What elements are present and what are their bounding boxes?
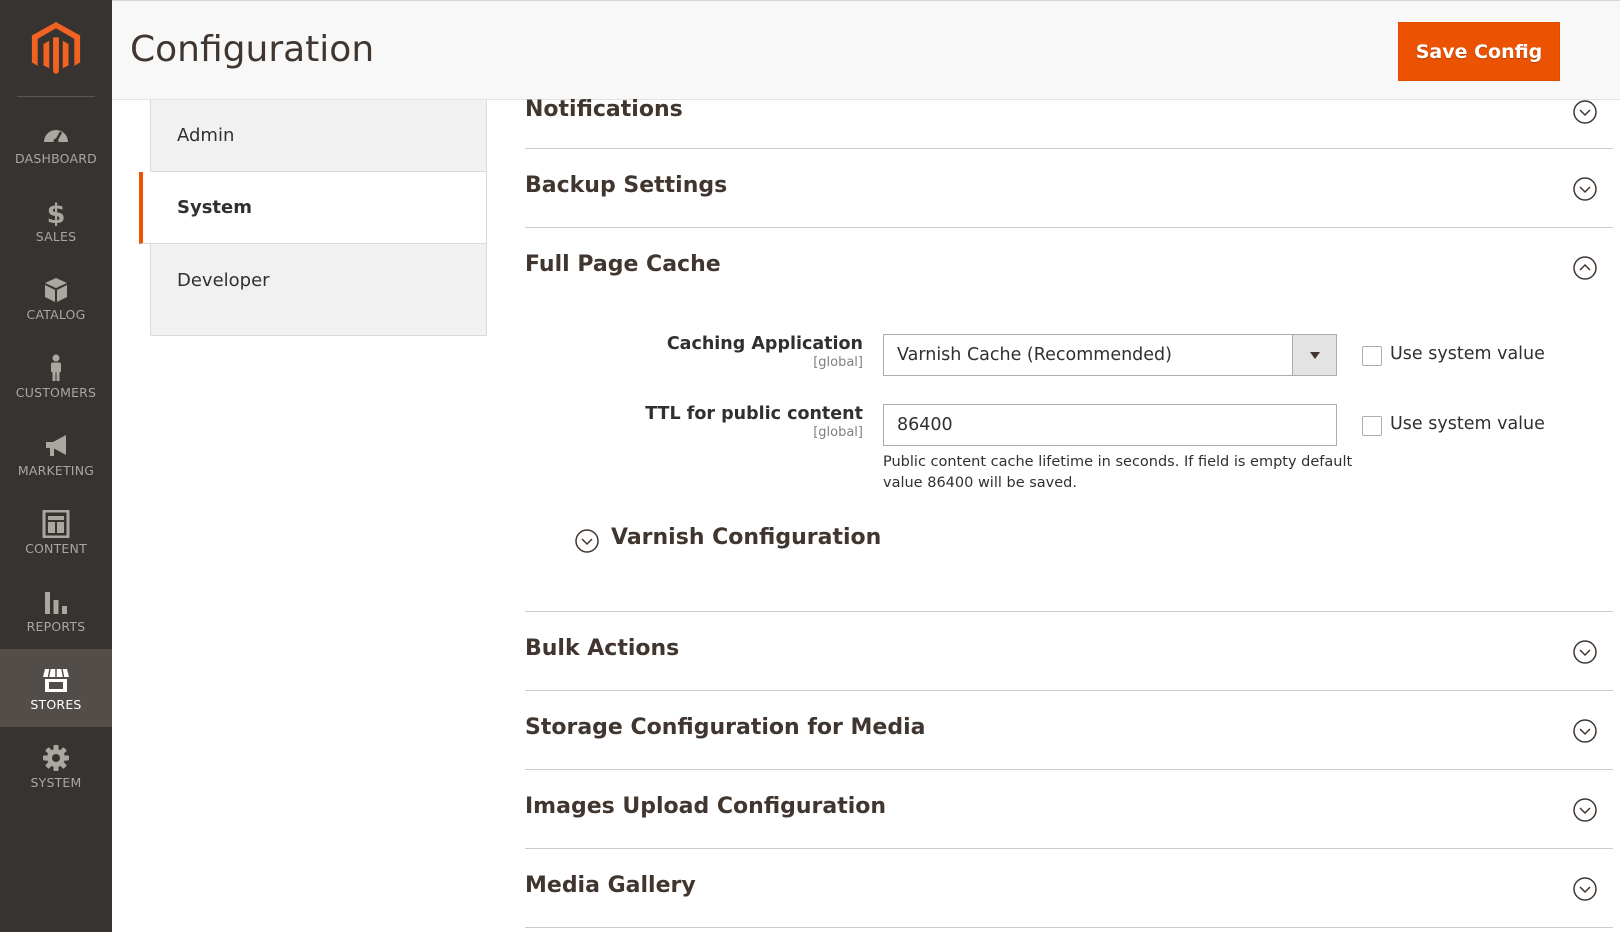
chevron-down-icon	[1573, 177, 1597, 201]
section-backup-settings[interactable]: Backup Settings	[525, 149, 1613, 228]
nav-label: CATALOG	[0, 307, 112, 322]
chevron-down-icon	[1573, 100, 1597, 124]
section-title: Images Upload Configuration	[525, 794, 886, 819]
person-icon	[42, 354, 70, 382]
page-title: Configuration	[130, 29, 374, 70]
box-icon	[42, 276, 70, 304]
section-title: Storage Configuration for Media	[525, 715, 925, 740]
nav-label: MARKETING	[0, 463, 112, 478]
ttl-label: TTL for public content [global]	[523, 404, 863, 440]
chevron-down-icon	[1573, 877, 1597, 901]
nav-item-system[interactable]: SYSTEM	[0, 727, 112, 805]
section-title: Backup Settings	[525, 173, 727, 198]
nav-label: SYSTEM	[0, 775, 112, 790]
layout-icon	[42, 510, 70, 538]
svg-text:$: $	[47, 199, 66, 226]
ttl-note: Public content cache lifetime in seconds…	[883, 452, 1353, 494]
nav-label: SALES	[0, 229, 112, 244]
caching-application-select[interactable]: Varnish Cache (Recommended)	[883, 334, 1337, 376]
nav-label: DASHBOARD	[0, 151, 112, 166]
section-storage-configuration-media[interactable]: Storage Configuration for Media	[525, 691, 1613, 770]
tab-label: System	[177, 197, 252, 218]
use-system-checkbox[interactable]	[1362, 346, 1382, 366]
caching-application-label: Caching Application [global]	[523, 334, 863, 370]
chevron-down-icon	[575, 529, 599, 553]
magento-logo[interactable]	[31, 22, 81, 76]
section-title[interactable]: Full Page Cache	[525, 252, 721, 277]
section-title: Bulk Actions	[525, 636, 679, 661]
nav-item-stores[interactable]: STORES	[0, 649, 112, 727]
nav-separator	[17, 96, 95, 97]
checkbox-label[interactable]: Use system value	[1390, 344, 1545, 364]
nav-item-reports[interactable]: REPORTS	[0, 571, 112, 649]
admin-sidebar: DASHBOARD $ SALES CATALOG CUSTOMERS MARK…	[0, 0, 112, 932]
select-value: Varnish Cache (Recommended)	[897, 345, 1172, 365]
checkbox-label[interactable]: Use system value	[1390, 414, 1545, 434]
section-title: Media Gallery	[525, 873, 696, 898]
tab-label: Admin	[177, 125, 234, 146]
nav-item-dashboard[interactable]: DASHBOARD	[0, 103, 112, 181]
nav-label: CUSTOMERS	[0, 385, 112, 400]
chevron-down-icon	[1573, 640, 1597, 664]
tab-developer[interactable]: Developer	[151, 245, 486, 317]
tab-system[interactable]: System	[139, 172, 486, 244]
nav-item-sales[interactable]: $ SALES	[0, 181, 112, 259]
chevron-down-icon	[1573, 798, 1597, 822]
section-media-gallery[interactable]: Media Gallery	[525, 849, 1613, 928]
chevron-down-icon	[1573, 719, 1597, 743]
section-images-upload-configuration[interactable]: Images Upload Configuration	[525, 770, 1613, 849]
nav-item-content[interactable]: CONTENT	[0, 493, 112, 571]
field-scope: [global]	[523, 355, 863, 370]
nav-item-customers[interactable]: CUSTOMERS	[0, 337, 112, 415]
dollar-icon: $	[42, 198, 70, 226]
tab-admin[interactable]: Admin	[151, 100, 486, 172]
select-arrow[interactable]	[1292, 335, 1336, 375]
save-config-button[interactable]: Save Config	[1398, 22, 1560, 81]
section-notifications[interactable]: Notifications	[525, 100, 1613, 149]
nav-item-marketing[interactable]: MARKETING	[0, 415, 112, 493]
field-label-text: TTL for public content	[523, 404, 863, 424]
ttl-input[interactable]	[883, 404, 1337, 446]
dashboard-icon	[42, 120, 70, 148]
nav-item-catalog[interactable]: CATALOG	[0, 259, 112, 337]
field-scope: [global]	[523, 425, 863, 440]
page-header: Configuration Save Config	[112, 0, 1620, 100]
subsection-title: Varnish Configuration	[611, 525, 881, 550]
storefront-icon	[42, 666, 70, 694]
nav-label: REPORTS	[0, 619, 112, 634]
gear-icon	[42, 744, 70, 772]
nav-label: CONTENT	[0, 541, 112, 556]
caret-down-icon	[1310, 352, 1320, 359]
use-system-checkbox[interactable]	[1362, 416, 1382, 436]
tab-label: Developer	[177, 270, 270, 291]
config-tabs: Admin System Developer	[150, 100, 487, 336]
field-label-text: Caching Application	[523, 334, 863, 354]
section-title: Notifications	[525, 97, 683, 122]
chevron-up-icon[interactable]	[1573, 256, 1597, 280]
section-bulk-actions[interactable]: Bulk Actions	[525, 612, 1613, 691]
megaphone-icon	[42, 432, 70, 460]
nav-label: STORES	[0, 697, 112, 712]
bar-chart-icon	[42, 588, 70, 616]
